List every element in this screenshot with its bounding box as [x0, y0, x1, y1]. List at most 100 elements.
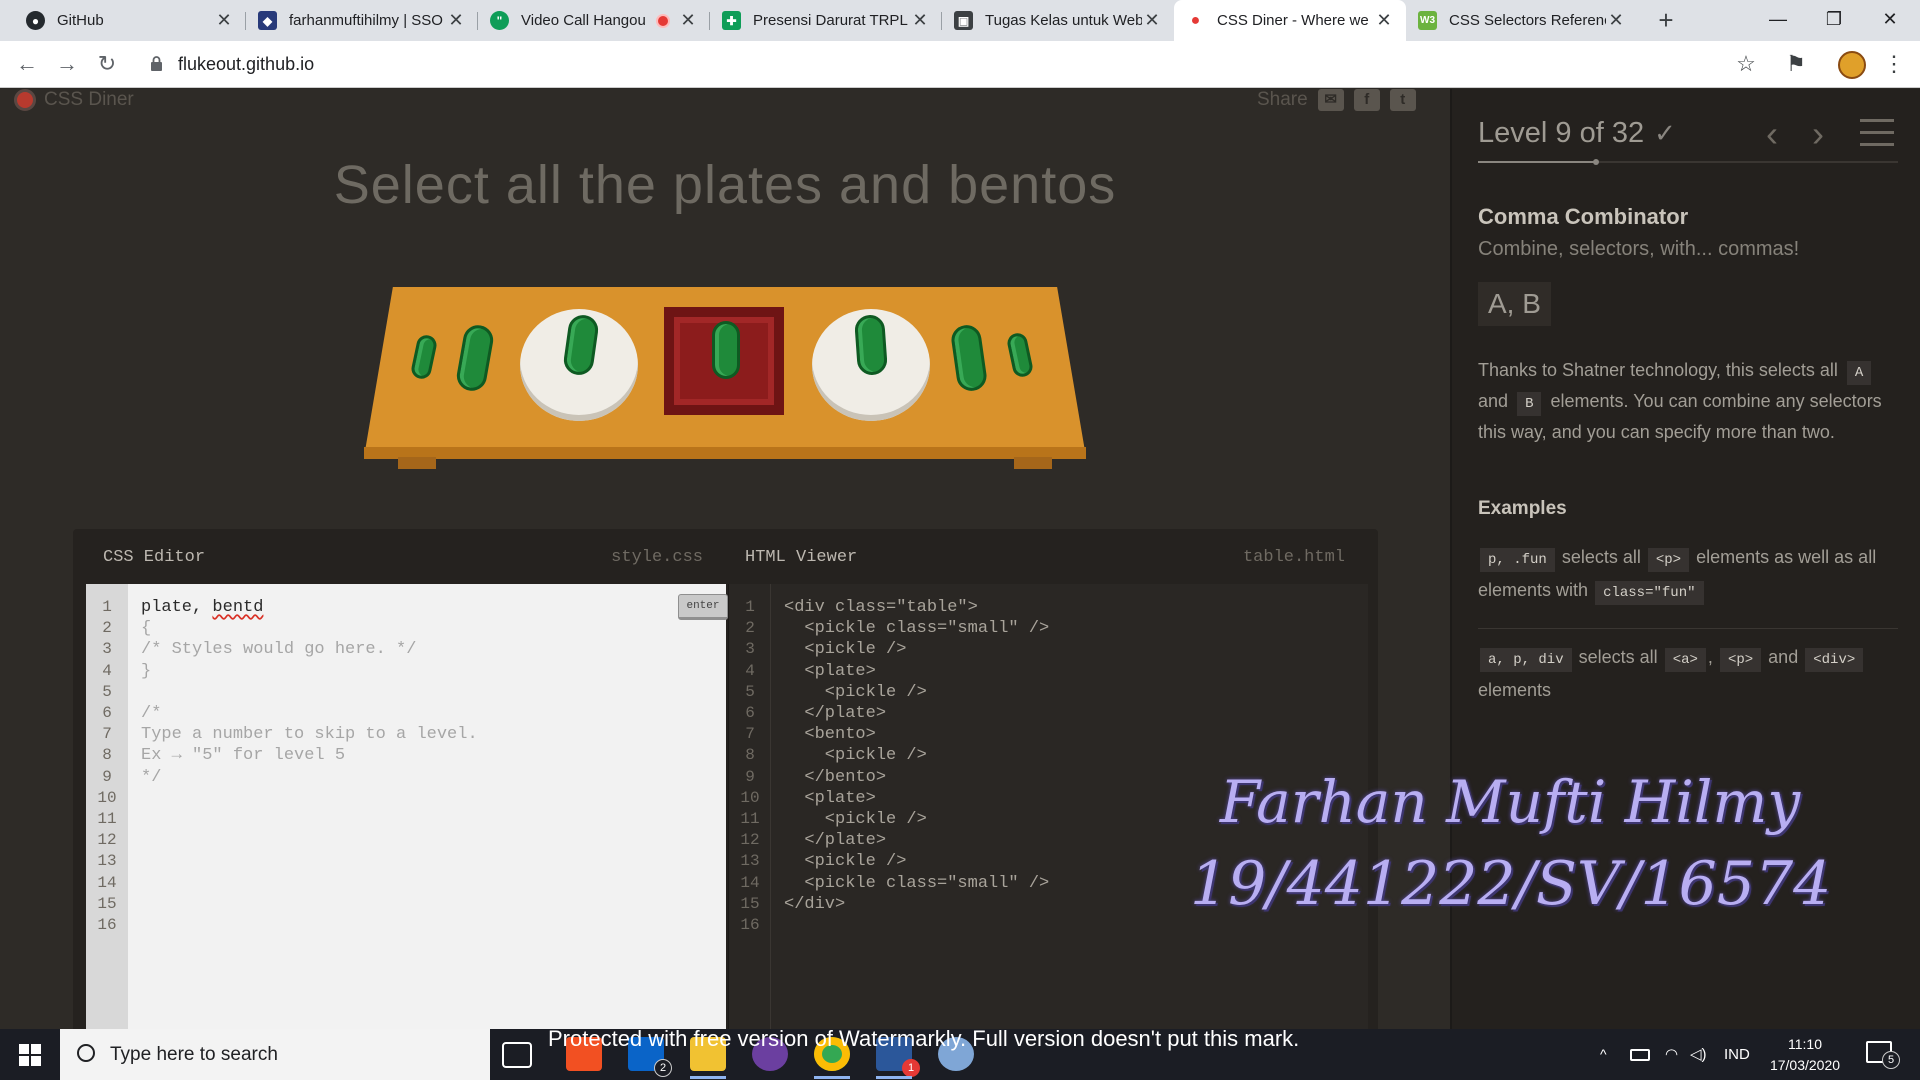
taskbar-clock[interactable]: 11:10 17/03/2020 — [1760, 1034, 1850, 1076]
forward-button[interactable]: → — [52, 50, 82, 80]
code-tag: <p> — [1719, 648, 1762, 672]
forms-icon: ✚ — [722, 11, 741, 30]
twitter-share-icon[interactable]: t — [1389, 89, 1416, 111]
back-button[interactable]: ← — [12, 50, 42, 80]
taskbar-search-box[interactable]: Type here to search — [60, 1029, 490, 1080]
html-code-line[interactable]: <pickle /> — [784, 640, 906, 659]
level-progress-bar — [1478, 159, 1898, 165]
html-code-line[interactable]: </plate> — [784, 831, 886, 850]
reload-button[interactable]: ↻ — [92, 50, 122, 80]
maximize-button[interactable]: ❐ — [1806, 0, 1862, 41]
checkmark-icon: ✓ — [1654, 118, 1676, 148]
line-number: 10 — [97, 788, 117, 807]
tab-tugas[interactable]: ▣ Tugas Kelas untuk Web ✕ — [942, 0, 1174, 41]
tab-close-icon[interactable]: ✕ — [214, 10, 234, 31]
css-editor[interactable]: 1 2 3 4 5 6 7 8 9 10 11 12 13 14 15 16 plate, bentd {/*… — [86, 584, 728, 1029]
tab-close-icon[interactable]: ✕ — [1374, 10, 1394, 31]
html-code-line[interactable]: </div> — [784, 895, 845, 914]
line-number: 9 — [745, 767, 755, 786]
plate[interactable] — [520, 309, 638, 421]
pickle-on-plate[interactable] — [853, 314, 889, 376]
css-editor-title: CSS Editor — [103, 547, 206, 567]
bento[interactable] — [664, 307, 784, 415]
bookmark-star-icon[interactable]: ☆ — [1732, 51, 1760, 79]
tab-label: CSS Diner - Where we — [1217, 12, 1369, 29]
minimize-button[interactable]: — — [1750, 0, 1806, 41]
level-menu-icon[interactable] — [1860, 119, 1894, 147]
level-label: Level 9 of 32 — [1478, 117, 1645, 149]
pickle-on-plate[interactable] — [561, 313, 601, 377]
css-code-line: { — [141, 619, 152, 639]
level-indicator[interactable]: Level 9 of 32 ✓ — [1478, 117, 1676, 150]
start-button[interactable] — [0, 1029, 58, 1080]
tab-close-icon[interactable]: ✕ — [1142, 10, 1162, 31]
wifi-icon[interactable]: ◠ — [1665, 1029, 1678, 1080]
example-code: p, .fun — [1480, 548, 1555, 572]
profile-avatar[interactable] — [1838, 51, 1866, 79]
tray-overflow-icon[interactable]: ^ — [1600, 1029, 1607, 1080]
previous-level-icon[interactable]: ‹ — [1766, 113, 1778, 155]
html-code-line[interactable]: <plate> — [784, 662, 875, 681]
browser-toolbar: ← → ↻ flukeout.github.io ☆ ⚑ ⋮ — [0, 41, 1920, 88]
github-icon: ● — [26, 11, 45, 30]
selector-syntax: A, B — [1478, 282, 1551, 326]
html-code-line[interactable]: </plate> — [784, 704, 886, 723]
tab-github[interactable]: ● GitHub ✕ — [14, 0, 246, 41]
mail-badge: 2 — [654, 1059, 672, 1077]
editor-panel: CSS Editor style.css HTML Viewer table.h… — [73, 529, 1378, 1029]
tab-close-icon[interactable]: ✕ — [678, 10, 698, 31]
html-code-line[interactable]: <bento> — [784, 725, 875, 744]
line-number: 8 — [102, 746, 112, 765]
line-number: 9 — [102, 767, 112, 786]
tab-css-reference[interactable]: W3 CSS Selectors Referenc ✕ — [1406, 0, 1638, 41]
email-share-icon[interactable]: ✉ — [1317, 89, 1344, 111]
extension-icon[interactable]: ⚑ — [1782, 51, 1810, 79]
code-tag: B — [1517, 392, 1542, 416]
html-code-line[interactable]: <div class="table"> — [784, 598, 978, 617]
windows-logo-icon — [31, 1056, 41, 1066]
tab-css-diner[interactable]: ● CSS Diner - Where we ✕ — [1174, 0, 1406, 41]
chrome-menu-icon[interactable]: ⋮ — [1880, 51, 1908, 79]
search-placeholder: Type here to search — [110, 1044, 278, 1065]
html-code-line[interactable]: <plate> — [784, 789, 875, 808]
examples-heading: Examples — [1478, 498, 1567, 519]
address-bar[interactable]: flukeout.github.io — [140, 47, 1760, 81]
tab-presensi[interactable]: ✚ Presensi Darurat TRPL ✕ — [710, 0, 942, 41]
html-code-line[interactable]: <pickle /> — [784, 746, 927, 765]
css-selector-input[interactable]: plate, bentd — [141, 598, 263, 617]
battery-icon[interactable] — [1630, 1049, 1650, 1061]
css-editor-header: CSS Editor style.css — [103, 529, 703, 585]
line-number: 12 — [740, 831, 760, 850]
html-code-line[interactable]: <pickle /> — [784, 683, 927, 702]
html-code-line[interactable]: </bento> — [784, 768, 886, 787]
html-code-line[interactable]: <pickle class="small" /> — [784, 874, 1049, 893]
tab-close-icon[interactable]: ✕ — [910, 10, 930, 31]
code-tag: class="fun" — [1595, 581, 1704, 605]
tab-close-icon[interactable]: ✕ — [1606, 10, 1626, 31]
close-window-button[interactable]: ✕ — [1862, 0, 1918, 41]
css-code-line: /* — [141, 704, 162, 723]
table-edge — [364, 447, 1086, 459]
tab-hangouts[interactable]: " Video Call Hangou ✕ — [478, 0, 710, 41]
site-logo[interactable]: CSS Diner — [14, 89, 134, 111]
language-indicator[interactable]: IND — [1724, 1029, 1750, 1080]
html-code-line[interactable]: <pickle class="small" /> — [784, 619, 1049, 638]
line-number: 2 — [102, 619, 112, 638]
pickle-in-bento[interactable] — [712, 321, 740, 379]
notification-center-icon[interactable]: 5 — [1866, 1041, 1900, 1069]
code-tag: <div> — [1805, 648, 1864, 672]
code-tag: <p> — [1647, 548, 1690, 572]
tab-close-icon[interactable]: ✕ — [446, 10, 466, 31]
html-code-line[interactable]: <pickle /> — [784, 852, 906, 871]
next-level-icon[interactable]: › — [1812, 113, 1824, 155]
desc-text: Thanks to Shatner technology, this selec… — [1478, 360, 1838, 380]
html-code-line[interactable]: <pickle /> — [784, 810, 927, 829]
volume-icon[interactable]: ◁) — [1690, 1029, 1707, 1080]
new-tab-button[interactable]: + — [1651, 6, 1681, 36]
tab-sso[interactable]: ◆ farhanmuftihilmy | SSO ✕ — [246, 0, 478, 41]
logo-icon — [14, 89, 36, 111]
plate[interactable] — [812, 309, 930, 421]
task-view-icon[interactable] — [502, 1042, 532, 1068]
enter-button[interactable]: enter — [678, 594, 728, 620]
facebook-share-icon[interactable]: f — [1353, 89, 1380, 111]
